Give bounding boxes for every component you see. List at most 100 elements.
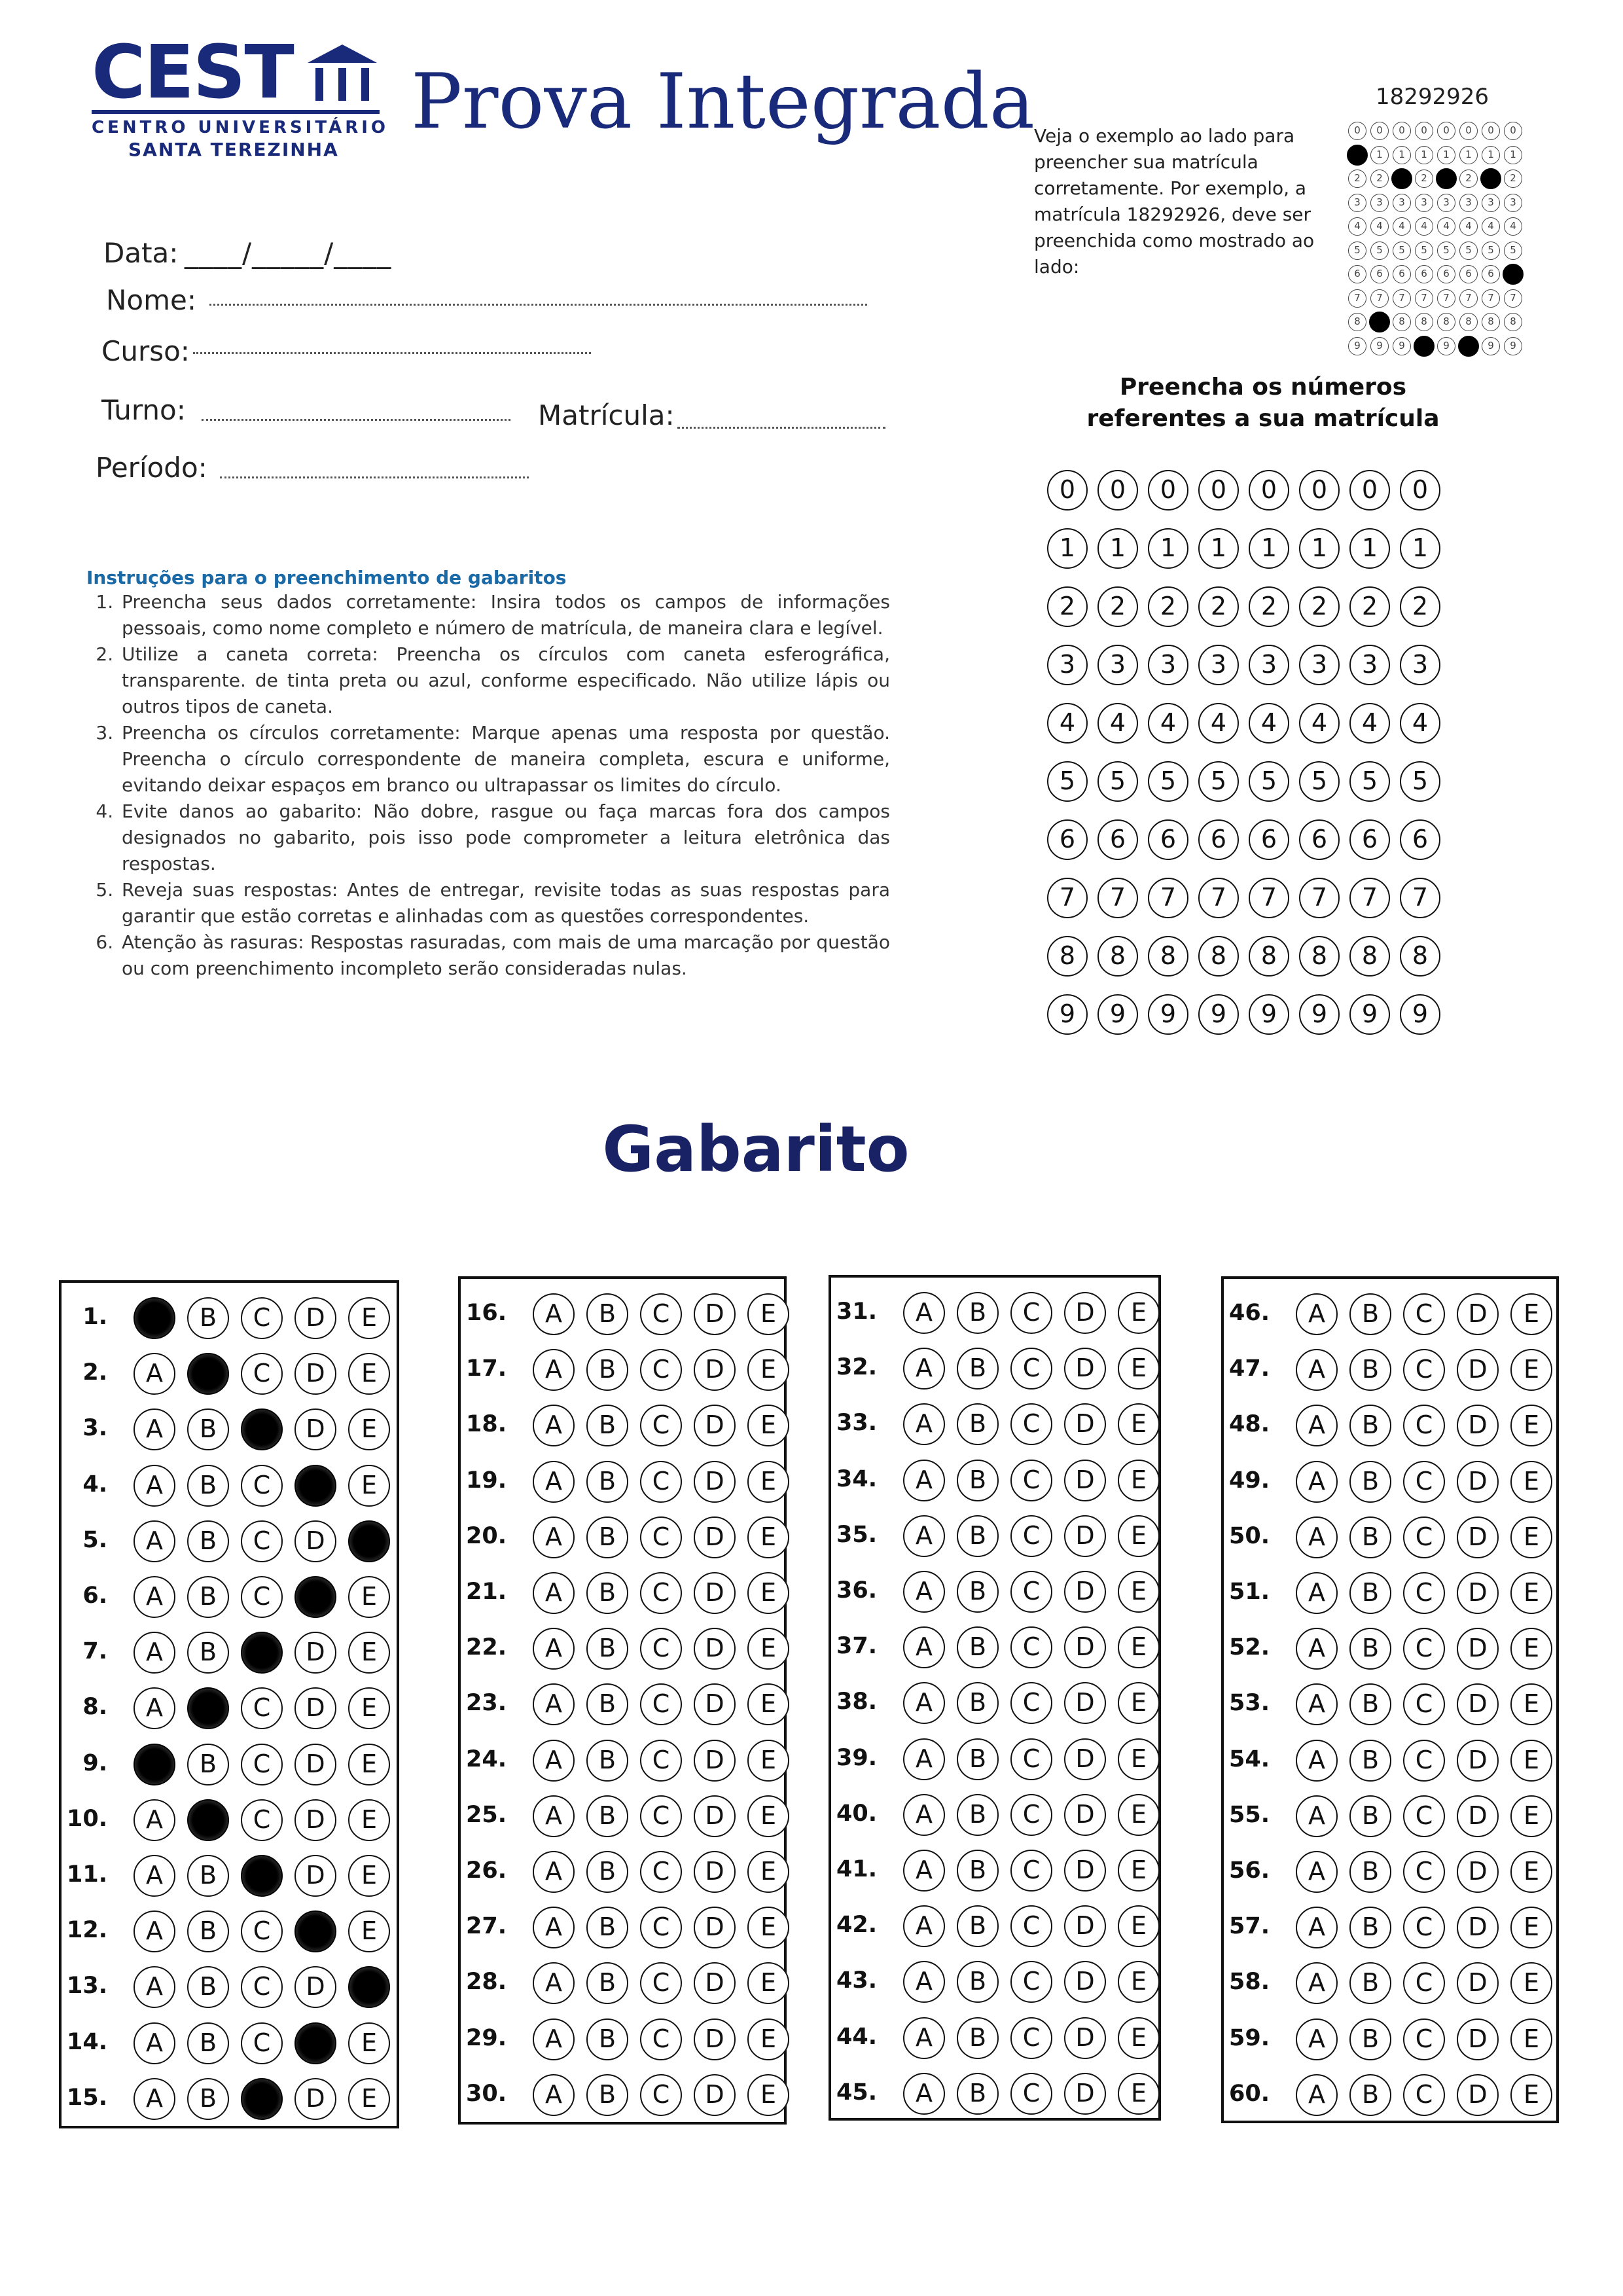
answer-bubble-c[interactable]: C xyxy=(1403,1739,1445,1782)
answer-bubble-e[interactable]: E xyxy=(1118,1793,1160,1836)
answer-bubble-d[interactable]: D xyxy=(294,1408,336,1451)
matricula-digit-bubble[interactable]: 9 xyxy=(1349,994,1390,1035)
matricula-digit-bubble[interactable]: 3 xyxy=(1047,645,1088,685)
matricula-digit-bubble[interactable]: 0 xyxy=(1148,470,1188,511)
answer-bubble-e[interactable]: E xyxy=(747,2073,789,2116)
answer-bubble-d[interactable]: D xyxy=(1457,1907,1499,1949)
answer-bubble-a[interactable]: A xyxy=(1296,2073,1338,2116)
answer-bubble-d[interactable]: D xyxy=(694,2018,736,2060)
answer-bubble-c[interactable]: C xyxy=(241,1743,283,1785)
answer-bubble-a[interactable]: A xyxy=(1296,1349,1338,1391)
answer-bubble-a[interactable]: A xyxy=(134,1966,175,2009)
matricula-digit-bubble[interactable]: 3 xyxy=(1097,645,1138,685)
answer-bubble-d[interactable]: D xyxy=(1457,1572,1499,1614)
matricula-digit-bubble[interactable]: 8 xyxy=(1400,936,1440,977)
answer-bubble-a[interactable]: A xyxy=(1296,1572,1338,1614)
answer-bubble-c[interactable]: C xyxy=(1010,1571,1052,1613)
answer-bubble-e[interactable]: E xyxy=(747,1516,789,1558)
answer-bubble-e[interactable]: E xyxy=(747,1405,789,1447)
answer-bubble-c[interactable]: C xyxy=(241,1910,283,1953)
matricula-digit-bubble[interactable]: 2 xyxy=(1047,586,1088,627)
answer-bubble-b[interactable]: B xyxy=(586,1293,628,1335)
matricula-digit-bubble[interactable]: 2 xyxy=(1299,586,1340,627)
answer-bubble-b[interactable]: B xyxy=(957,1515,999,1557)
matricula-digit-bubble[interactable]: 5 xyxy=(1299,761,1340,802)
answer-bubble-a[interactable]: A xyxy=(533,2073,575,2116)
answer-bubble-b[interactable]: B xyxy=(586,1962,628,2005)
answer-bubble-e[interactable]: E xyxy=(747,1293,789,1335)
answer-bubble-d[interactable]: D xyxy=(694,1349,736,1391)
answer-bubble-c[interactable]: C xyxy=(1403,2018,1445,2060)
answer-bubble-b[interactable]: B xyxy=(586,1739,628,1782)
answer-bubble-c[interactable]: C xyxy=(1403,1962,1445,2005)
answer-bubble-b[interactable]: B xyxy=(957,1682,999,1725)
answer-bubble-c[interactable]: C xyxy=(241,1464,283,1507)
answer-bubble-d[interactable]: D xyxy=(694,1962,736,2005)
answer-bubble-e[interactable]: E xyxy=(747,1739,789,1782)
matricula-digit-bubble[interactable]: 0 xyxy=(1249,470,1289,511)
matricula-digit-bubble[interactable]: 7 xyxy=(1400,878,1440,918)
answer-bubble-e[interactable]: E xyxy=(1510,1683,1552,1726)
answer-bubble-b[interactable]: B xyxy=(586,1405,628,1447)
answer-bubble-e[interactable]: E xyxy=(747,1628,789,1670)
matricula-digit-bubble[interactable]: 7 xyxy=(1349,878,1390,918)
answer-bubble-a[interactable]: A xyxy=(903,1292,945,1334)
matricula-digit-bubble[interactable]: 5 xyxy=(1148,761,1188,802)
answer-bubble-e[interactable]: E xyxy=(1118,1682,1160,1725)
answer-bubble-a[interactable]: A xyxy=(1296,1293,1338,1335)
answer-bubble-c[interactable]: C xyxy=(241,1408,283,1451)
answer-bubble-b[interactable]: B xyxy=(586,1516,628,1558)
answer-bubble-d[interactable]: D xyxy=(694,1405,736,1447)
answer-bubble-b[interactable]: B xyxy=(957,1850,999,1892)
answer-bubble-a[interactable]: A xyxy=(903,1403,945,1446)
answer-bubble-e[interactable]: E xyxy=(1118,1292,1160,1334)
answer-bubble-a[interactable]: A xyxy=(533,1572,575,1614)
answer-bubble-c[interactable]: C xyxy=(241,1632,283,1674)
answer-bubble-e[interactable]: E xyxy=(1510,1628,1552,1670)
matricula-digit-bubble[interactable]: 2 xyxy=(1249,586,1289,627)
answer-bubble-e[interactable]: E xyxy=(1510,1851,1552,1893)
answer-bubble-e[interactable]: E xyxy=(348,1687,390,1730)
answer-bubble-c[interactable]: C xyxy=(640,1795,682,1837)
answer-bubble-d[interactable]: D xyxy=(294,1966,336,2009)
answer-bubble-c[interactable]: C xyxy=(241,1353,283,1395)
answer-bubble-c[interactable]: C xyxy=(640,1349,682,1391)
answer-bubble-a[interactable]: A xyxy=(134,1855,175,1897)
matricula-digit-bubble[interactable]: 0 xyxy=(1349,470,1390,511)
matricula-digit-bubble[interactable]: 8 xyxy=(1097,936,1138,977)
matricula-digit-bubble[interactable]: 3 xyxy=(1349,645,1390,685)
answer-bubble-a[interactable]: A xyxy=(903,1738,945,1780)
matricula-digit-bubble[interactable]: 0 xyxy=(1299,470,1340,511)
nome-field[interactable] xyxy=(209,304,867,306)
answer-bubble-d[interactable]: D xyxy=(1064,2017,1106,2059)
answer-bubble-b[interactable]: B xyxy=(187,1520,229,1562)
answer-bubble-b[interactable]: B xyxy=(1349,1795,1391,1837)
matricula-digit-bubble[interactable]: 6 xyxy=(1299,819,1340,860)
matricula-digit-bubble[interactable]: 8 xyxy=(1198,936,1239,977)
answer-bubble-e[interactable]: E xyxy=(348,1464,390,1507)
answer-bubble-b[interactable]: B xyxy=(586,2018,628,2060)
answer-bubble-c[interactable]: C xyxy=(640,2018,682,2060)
answer-bubble-c[interactable]: C xyxy=(640,1907,682,1949)
answer-bubble-d[interactable]: D xyxy=(1457,1739,1499,1782)
matricula-digit-bubble[interactable]: 4 xyxy=(1299,703,1340,744)
answer-bubble-c[interactable]: C xyxy=(1010,2072,1052,2115)
answer-bubble-b[interactable]: B xyxy=(586,1349,628,1391)
matricula-digit-bubble[interactable]: 3 xyxy=(1148,645,1188,685)
answer-bubble-d[interactable]: D xyxy=(294,1576,336,1618)
answer-bubble-e[interactable]: E xyxy=(747,2018,789,2060)
answer-bubble-e[interactable]: E xyxy=(348,1576,390,1618)
answer-bubble-a[interactable]: A xyxy=(533,1628,575,1670)
answer-bubble-b[interactable]: B xyxy=(187,1408,229,1451)
answer-bubble-b[interactable]: B xyxy=(1349,2073,1391,2116)
answer-bubble-a[interactable]: A xyxy=(134,1408,175,1451)
answer-bubble-c[interactable]: C xyxy=(640,1683,682,1726)
answer-bubble-d[interactable]: D xyxy=(1457,1349,1499,1391)
matricula-digit-bubble[interactable]: 6 xyxy=(1148,819,1188,860)
answer-bubble-d[interactable]: D xyxy=(1064,1348,1106,1390)
answer-bubble-d[interactable]: D xyxy=(1064,1626,1106,1669)
answer-bubble-b[interactable]: B xyxy=(1349,1851,1391,1893)
answer-bubble-a[interactable]: A xyxy=(1296,1739,1338,1782)
answer-bubble-b[interactable]: B xyxy=(187,1966,229,2009)
answer-bubble-c[interactable]: C xyxy=(241,1576,283,1618)
